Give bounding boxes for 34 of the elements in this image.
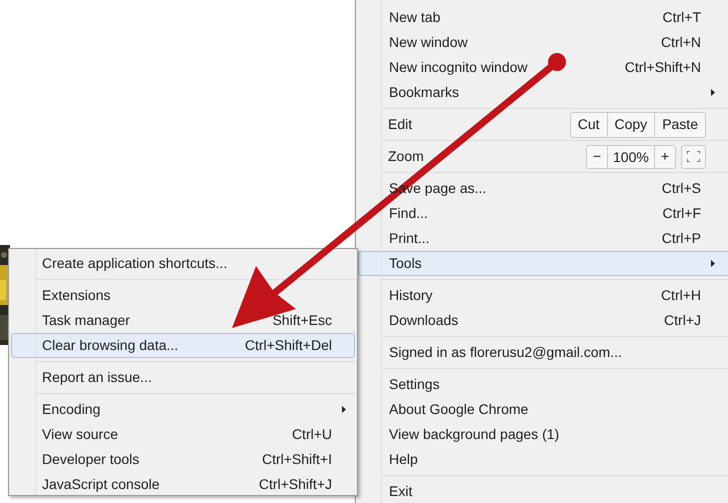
menu-item[interactable]: New tab Ctrl+T <box>358 5 728 30</box>
menu-item[interactable]: Settings <box>358 372 728 397</box>
edit-button[interactable]: Cut <box>570 112 606 136</box>
edit-button[interactable]: Copy <box>606 112 654 136</box>
zoom-in-button[interactable]: + <box>654 146 675 168</box>
menu-item[interactable]: View source Ctrl+U <box>11 422 355 447</box>
menu-item[interactable]: History Ctrl+H <box>358 283 728 308</box>
zoom-out-button[interactable]: − <box>586 146 607 168</box>
menu-item[interactable]: Help <box>358 447 728 472</box>
menu-item[interactable]: Create application shortcuts... <box>11 251 355 276</box>
menu-item[interactable]: New incognito window Ctrl+Shift+N <box>358 55 728 80</box>
menu-item[interactable]: New window Ctrl+N <box>358 30 728 55</box>
edit-button[interactable]: Paste <box>654 112 705 136</box>
zoom-level: 100% <box>607 146 655 168</box>
menu-item[interactable]: View background pages (1) <box>358 422 728 447</box>
menu-item[interactable]: Print... Ctrl+P <box>358 226 728 251</box>
menu-item[interactable]: Report an issue... <box>11 365 355 390</box>
menu-item[interactable]: Find... Ctrl+F <box>358 201 728 226</box>
menu-label: Zoom <box>388 147 425 166</box>
menu-item[interactable]: Bookmarks <box>358 80 728 105</box>
menu-item[interactable]: Signed in as florerusu2@gmail.com... <box>358 340 728 365</box>
menu-item[interactable]: Downloads Ctrl+J <box>358 308 728 333</box>
menu-item[interactable]: Clear browsing data... Ctrl+Shift+Del <box>11 333 355 358</box>
menu-item[interactable]: Extensions <box>11 283 355 308</box>
menu-item[interactable]: Encoding <box>11 397 355 422</box>
menu-item[interactable]: Tools <box>358 251 728 276</box>
menu-item[interactable]: About Google Chrome <box>358 397 728 422</box>
fullscreen-button[interactable] <box>681 144 706 168</box>
menu-item[interactable]: Task manager Shift+Esc <box>11 308 355 333</box>
menu-item[interactable]: Exit <box>358 479 728 503</box>
fullscreen-icon <box>687 151 700 162</box>
menu-item[interactable]: Developer tools Ctrl+Shift+I <box>11 447 355 472</box>
menu-label: Edit <box>388 115 414 134</box>
menu-item[interactable]: JavaScript console Ctrl+Shift+J <box>11 472 355 497</box>
